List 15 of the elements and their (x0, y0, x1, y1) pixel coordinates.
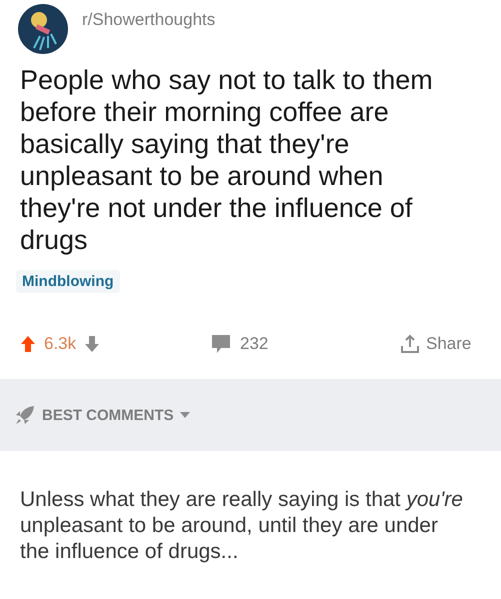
subreddit-avatar-icon (18, 4, 68, 54)
caret-icon (180, 412, 190, 418)
subreddit-name[interactable]: r/Showerthoughts (82, 10, 216, 30)
post-title: People who say not to talk to them before their morning coffee are basically saying that they're unpleasant to be around when they're not under the influence of drugs (19, 64, 434, 256)
vote-score: 6.3k (44, 334, 76, 354)
share-icon (400, 334, 420, 354)
downvote-icon[interactable] (84, 335, 100, 353)
comment-count: 232 (240, 334, 268, 354)
post-flair: Mindblowing (16, 270, 120, 293)
comment-text: Unless what they are really saying is that you're unpleasant to be around, until they are under the influence of drugs... (19, 487, 464, 565)
upvote-icon[interactable] (20, 335, 36, 353)
comment-icon[interactable] (210, 334, 232, 354)
share-button[interactable]: Share (400, 334, 472, 354)
sort-dropdown[interactable]: BEST COMMENTS (14, 404, 190, 426)
rocket-icon (14, 404, 36, 426)
